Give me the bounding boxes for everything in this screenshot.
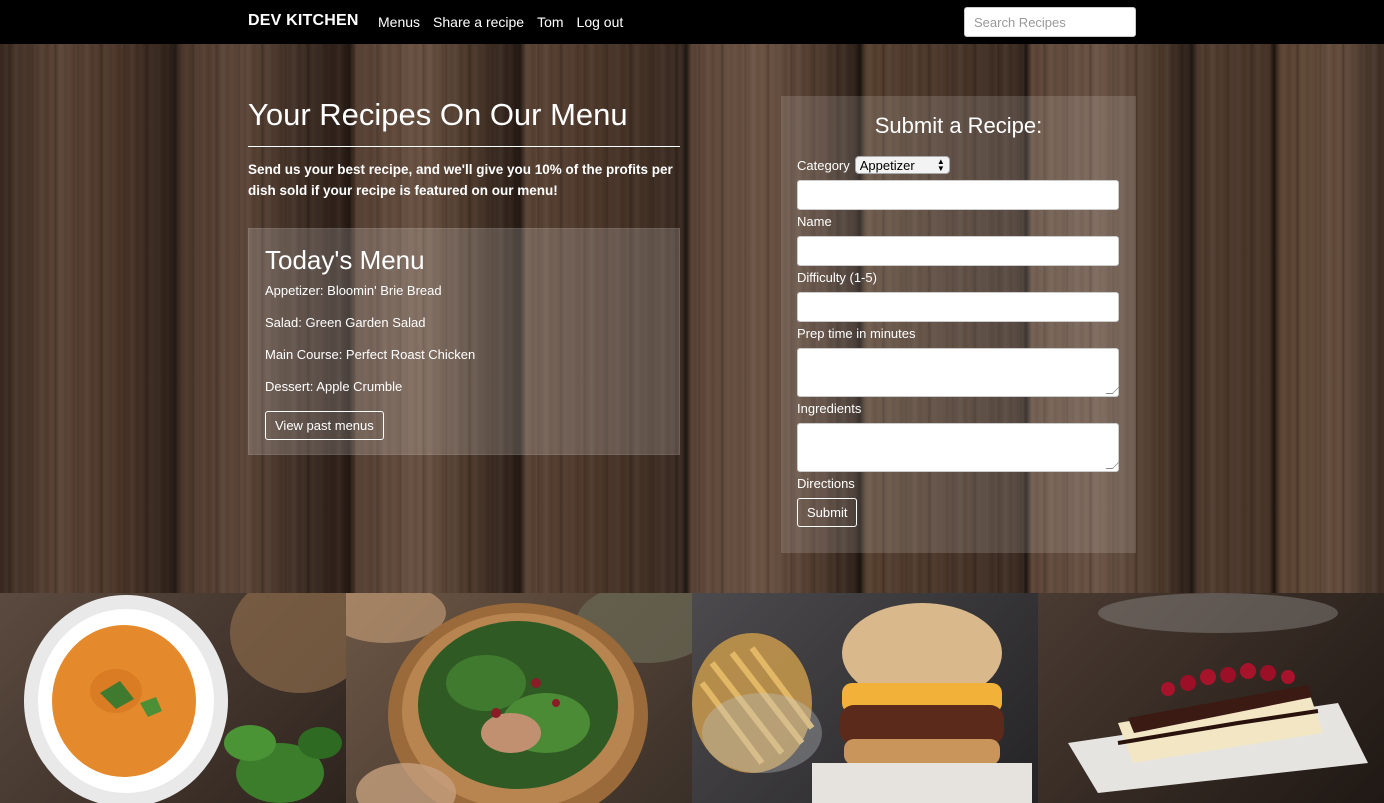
category-select-value: Appetizer: [859, 157, 915, 173]
cheesecake-illustration: [1068, 593, 1368, 793]
food-image-burger: [692, 593, 1038, 803]
name-input[interactable]: [797, 180, 1119, 210]
name-label: Name: [797, 214, 832, 229]
burger-illustration: [692, 603, 1032, 803]
food-image-soup: [0, 593, 346, 803]
submit-recipe-panel: Submit a Recipe: Category Appetizer ▲ ▼ N…: [781, 96, 1136, 553]
nav-links: Menus Share a recipe Tom Log out: [378, 14, 636, 30]
difficulty-input[interactable]: [797, 236, 1119, 266]
search-input[interactable]: [964, 7, 1136, 37]
food-image-salad: [346, 593, 692, 803]
title-divider: [248, 146, 680, 147]
submit-recipe-title: Submit a Recipe:: [874, 113, 1043, 138]
category-label: Category: [797, 157, 850, 173]
brand-logo[interactable]: DEV KITCHEN: [248, 12, 359, 30]
menu-item-main-course: Main Course: Perfect Roast Chicken: [265, 347, 476, 362]
soup-illustration: [24, 593, 346, 803]
directions-textarea[interactable]: [797, 423, 1119, 472]
select-arrows-icon: ▲ ▼: [936, 157, 945, 173]
menu-item-dessert: Dessert: Apple Crumble: [265, 379, 403, 394]
nav-link-user[interactable]: Tom: [537, 14, 563, 30]
category-row: Category Appetizer ▲ ▼: [797, 156, 1120, 174]
food-gallery: [0, 593, 1384, 803]
todays-menu-title: Today's Menu: [265, 245, 425, 275]
hero-section: Your Recipes On Our Menu Send us your be…: [0, 44, 1384, 593]
difficulty-label: Difficulty (1-5): [797, 270, 877, 285]
salad-illustration: [346, 593, 692, 803]
menu-item-salad: Salad: Green Garden Salad: [265, 315, 426, 330]
directions-label: Directions: [797, 476, 855, 491]
ingredients-label: Ingredients: [797, 401, 862, 416]
menu-item-appetizer: Appetizer: Bloomin' Brie Bread: [265, 283, 442, 298]
category-select[interactable]: Appetizer ▲ ▼: [854, 156, 950, 174]
submit-button[interactable]: Submit: [797, 498, 858, 527]
nav-link-logout[interactable]: Log out: [577, 14, 624, 30]
ingredients-textarea[interactable]: [797, 348, 1119, 397]
hero-description: Send us your best recipe, and we'll give…: [248, 162, 673, 198]
prep-time-input[interactable]: [797, 292, 1119, 322]
prep-time-label: Prep time in minutes: [797, 326, 916, 341]
page-title: Your Recipes On Our Menu: [248, 97, 628, 132]
todays-menu-panel: Today's Menu Appetizer: Bloomin' Brie Br…: [248, 228, 680, 455]
nav-link-menus[interactable]: Menus: [378, 14, 420, 30]
navbar: DEV KITCHEN Menus Share a recipe Tom Log…: [0, 0, 1384, 44]
food-image-cheesecake: [1038, 593, 1384, 803]
view-past-menus-button[interactable]: View past menus: [265, 411, 384, 440]
nav-link-share-recipe[interactable]: Share a recipe: [433, 14, 524, 30]
